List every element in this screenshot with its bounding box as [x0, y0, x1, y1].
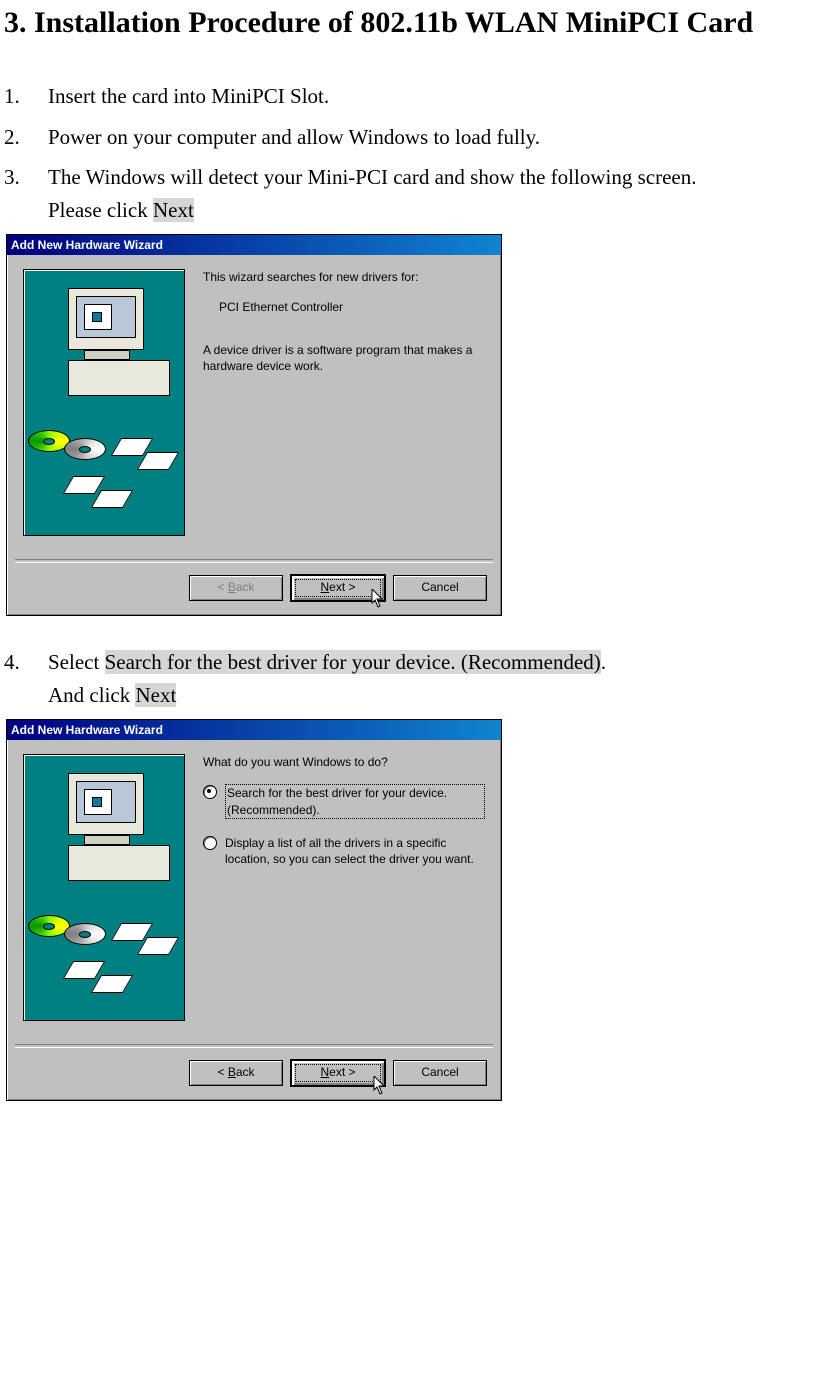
radio-icon [203, 836, 217, 850]
wizard-art-icon [23, 269, 185, 536]
step-1-text: Insert the card into MiniPCI Slot. [48, 80, 831, 113]
radio-icon [203, 785, 217, 799]
radio-option-2[interactable]: Display a list of all the drivers in a s… [203, 835, 485, 867]
step-4-number: 4. [4, 646, 48, 711]
wizard2-titlebar: Add New Hardware Wizard [7, 720, 501, 740]
wizard-dialog-2: Add New Hardware Wizard What do you want… [6, 719, 502, 1101]
next-rest: ext > [329, 1065, 355, 1079]
step-4-option-highlight: Search for the best driver for your devi… [105, 650, 601, 674]
page-title: 3. Installation Procedure of 802.11b WLA… [4, 6, 831, 40]
step-2: 2. Power on your computer and allow Wind… [4, 121, 831, 154]
back-underline: B [228, 1065, 236, 1079]
wizard2-question: What do you want Windows to do? [203, 754, 485, 770]
next-button[interactable]: Next > [291, 575, 385, 601]
radio-option-2-label: Display a list of all the drivers in a s… [225, 835, 485, 867]
step-4-line1a: Select [48, 650, 105, 674]
back-rest: ack [236, 1065, 255, 1079]
back-button[interactable]: < Back [189, 1060, 283, 1086]
wizard1-text-2: A device driver is a software program th… [203, 342, 485, 374]
step-1: 1. Insert the card into MiniPCI Slot. [4, 80, 831, 113]
wizard1-device-name: PCI Ethernet Controller [203, 299, 485, 315]
step-3-line1: The Windows will detect your Mini-PCI ca… [48, 165, 696, 189]
radio-option-1[interactable]: Search for the best driver for your devi… [203, 784, 485, 818]
step-2-number: 2. [4, 121, 48, 154]
step-3-number: 3. [4, 161, 48, 226]
wizard-art-icon [23, 754, 185, 1021]
next-button[interactable]: Next > [291, 1060, 385, 1086]
back-rest: ack [236, 580, 255, 594]
step-4-next-highlight: Next [135, 683, 176, 707]
next-underline: N [320, 580, 329, 594]
wizard1-titlebar: Add New Hardware Wizard [7, 235, 501, 255]
back-button[interactable]: < Back [189, 575, 283, 601]
step-3-line2a: Please click [48, 198, 153, 222]
step-4: 4. Select Search for the best driver for… [4, 646, 831, 711]
radio-option-1-label: Search for the best driver for your devi… [225, 784, 485, 818]
step-4-line2a: And click [48, 683, 135, 707]
step-2-text: Power on your computer and allow Windows… [48, 121, 831, 154]
next-underline: N [320, 1065, 329, 1079]
wizard-dialog-1: Add New Hardware Wizard This wizard sear… [6, 234, 502, 616]
back-underline: B [228, 580, 236, 594]
cancel-button[interactable]: Cancel [393, 1060, 487, 1086]
step-1-number: 1. [4, 80, 48, 113]
step-3-next-highlight: Next [153, 198, 194, 222]
back-prefix: < [217, 1065, 227, 1079]
step-3: 3. The Windows will detect your Mini-PCI… [4, 161, 831, 226]
step-4-line1b: . [601, 650, 606, 674]
cancel-button[interactable]: Cancel [393, 575, 487, 601]
next-rest: ext > [329, 580, 355, 594]
wizard1-text-1: This wizard searches for new drivers for… [203, 269, 485, 285]
